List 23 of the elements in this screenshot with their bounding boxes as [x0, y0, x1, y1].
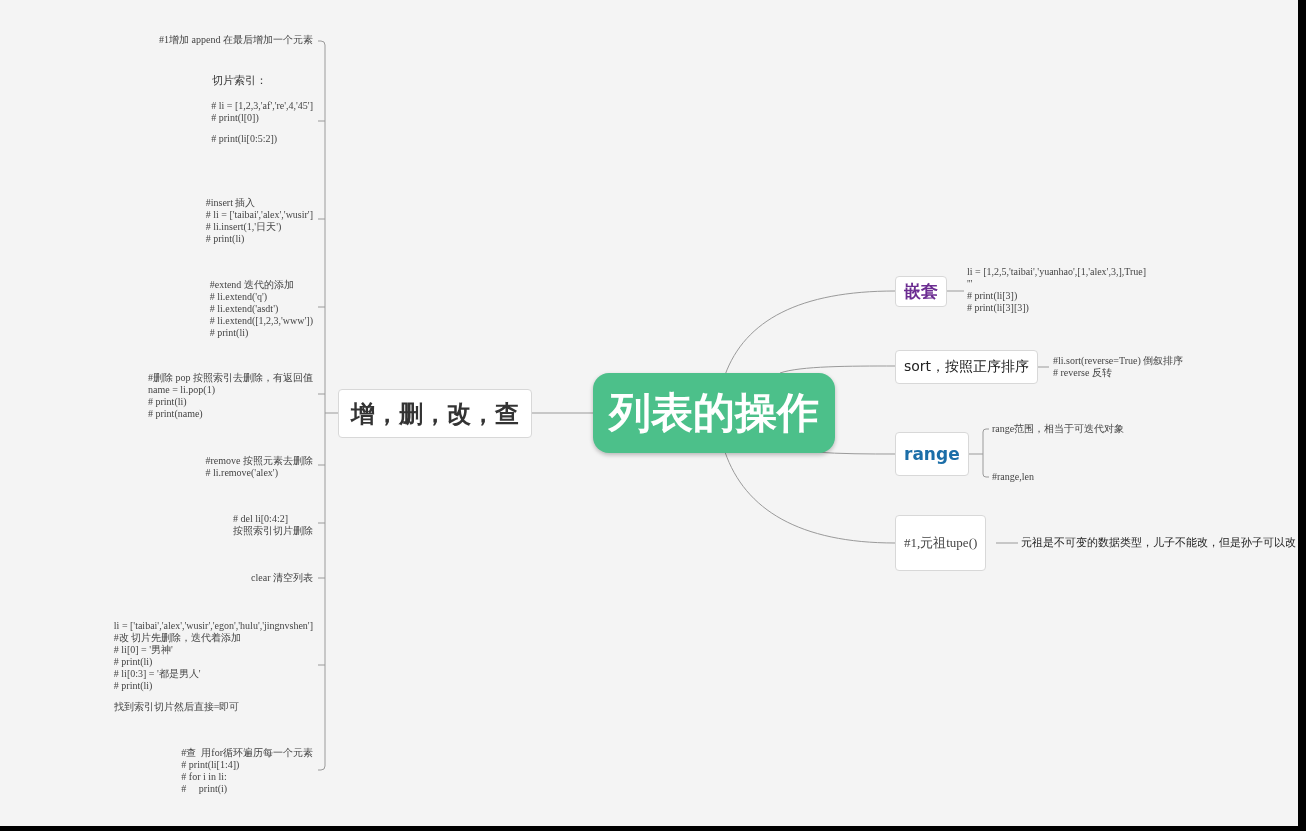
code-note: # print(li[0:5:2])	[211, 133, 279, 145]
subtopic[interactable]: sort，按照正序排序	[895, 350, 1039, 384]
code-note: # del li[0:4:2] 按照索引切片删除	[233, 513, 313, 537]
code-note: 找到索引切片然后直接=即可	[113, 701, 241, 713]
code-note: #查 用for循环遍历每一个元素 # print(li[1:4]) # for i in li: # print(i)	[181, 747, 313, 795]
code-note: #extend 迭代的添加 # li.extend('q') # li.extend('asdt') # li.extend([1,2,3,'www']) # print(li)	[209, 279, 313, 339]
subtopic[interactable]: #1,元祖tupe()	[895, 515, 987, 571]
code-note: clear 清空列表	[251, 572, 313, 584]
code-note: #删除 pop 按照索引去删除，有返回值 name = li.pop(1) # print(li) # print(name)	[148, 372, 313, 420]
code-note: #insert 插入 # li = ['taibai','alex','wusir'] # li.insert(1,'日天') # print(li)	[205, 197, 313, 245]
subtopic[interactable]: 嵌套	[895, 276, 947, 307]
code-note: #1增加 append 在最后增加一个元素	[159, 34, 313, 46]
subtopic[interactable]: range	[895, 432, 969, 476]
code-note: range范围，相当于可迭代对象	[992, 423, 1125, 435]
main-topic[interactable]: 增，删，改，查	[338, 389, 532, 438]
code-note: #li.sort(reverse=True) 倒叙排序 # reverse 反转	[1053, 355, 1184, 379]
code-note: li = [1,2,5,'taibai','yuanhao',[1,'alex',3,],True] ''' # print(li[3]) # print(li[3][3])	[967, 266, 1147, 314]
code-note: # li = [1,2,3,'af','re',4,'45'] # print(l[0])	[211, 100, 313, 124]
code-note: li = ['taibai','alex','wusir','egon','hulu','jingnvshen'] #改 切片先删除，迭代着添加 # li[0] = '男神' # print(li) # li[0:3] = '都是男人' # print(li)	[113, 620, 313, 692]
note-heading: 切片索引：	[211, 73, 269, 88]
note-text: 元祖是不可变的数据类型，儿子不能改，但是孙子可以改	[1021, 536, 1296, 550]
code-note: #remove 按照元素去删除 # li.remove('alex')	[205, 455, 313, 479]
code-note: #range,len	[992, 471, 1034, 483]
